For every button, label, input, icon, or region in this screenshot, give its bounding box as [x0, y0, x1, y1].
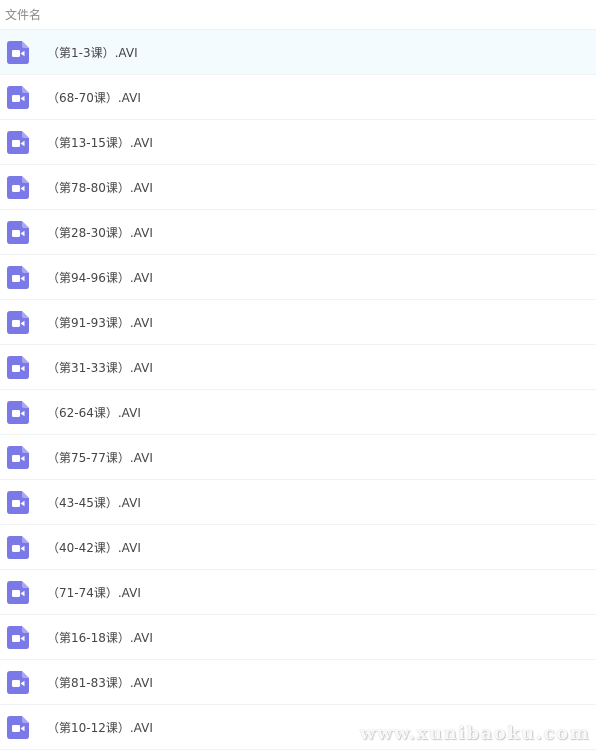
file-row[interactable]: （43-45课）.AVI: [0, 480, 596, 525]
video-file-icon: [7, 580, 29, 604]
file-name[interactable]: （43-45课）.AVI: [47, 494, 141, 511]
column-header: 文件名: [0, 0, 596, 30]
video-file-icon: [7, 265, 29, 289]
file-name[interactable]: （第91-93课）.AVI: [47, 314, 153, 331]
file-row[interactable]: （68-70课）.AVI: [0, 75, 596, 120]
video-file-icon: [7, 175, 29, 199]
file-name[interactable]: （第13-15课）.AVI: [47, 134, 153, 151]
file-name[interactable]: （第16-18课）.AVI: [47, 629, 153, 646]
file-list: （第1-3课）.AVI （68-70课）.AVI （第13-15课）.AVI （…: [0, 30, 596, 750]
file-row[interactable]: （第13-15课）.AVI: [0, 120, 596, 165]
file-name[interactable]: （第94-96课）.AVI: [47, 269, 153, 286]
file-row[interactable]: （第28-30课）.AVI: [0, 210, 596, 255]
video-file-icon: [7, 130, 29, 154]
watermark: www.xunibaoku.com: [359, 723, 590, 744]
video-file-icon: [7, 445, 29, 469]
video-file-icon: [7, 670, 29, 694]
video-file-icon: [7, 535, 29, 559]
file-name[interactable]: （第10-12课）.AVI: [47, 719, 153, 736]
file-row[interactable]: （第81-83课）.AVI: [0, 660, 596, 705]
file-name[interactable]: （68-70课）.AVI: [47, 89, 141, 106]
file-row[interactable]: （第75-77课）.AVI: [0, 435, 596, 480]
file-name[interactable]: （40-42课）.AVI: [47, 539, 141, 556]
file-row[interactable]: （第16-18课）.AVI: [0, 615, 596, 660]
file-name[interactable]: （第75-77课）.AVI: [47, 449, 153, 466]
file-list-page: 文件名 （第1-3课）.AVI （68-70课）.AVI （第13-15课）.A…: [0, 0, 596, 750]
video-file-icon: [7, 715, 29, 739]
file-name[interactable]: （第31-33课）.AVI: [47, 359, 153, 376]
video-file-icon: [7, 490, 29, 514]
video-file-icon: [7, 625, 29, 649]
file-row[interactable]: （62-64课）.AVI: [0, 390, 596, 435]
filename-column-label[interactable]: 文件名: [5, 6, 41, 23]
file-name[interactable]: （62-64课）.AVI: [47, 404, 141, 421]
video-file-icon: [7, 310, 29, 334]
file-name[interactable]: （71-74课）.AVI: [47, 584, 141, 601]
file-row[interactable]: （71-74课）.AVI: [0, 570, 596, 615]
video-file-icon: [7, 40, 29, 64]
file-name[interactable]: （第1-3课）.AVI: [47, 44, 138, 61]
video-file-icon: [7, 355, 29, 379]
file-row[interactable]: （第31-33课）.AVI: [0, 345, 596, 390]
video-file-icon: [7, 400, 29, 424]
file-name[interactable]: （第28-30课）.AVI: [47, 224, 153, 241]
file-row[interactable]: （第94-96课）.AVI: [0, 255, 596, 300]
file-row[interactable]: （第91-93课）.AVI: [0, 300, 596, 345]
video-file-icon: [7, 220, 29, 244]
file-row[interactable]: （第78-80课）.AVI: [0, 165, 596, 210]
file-row[interactable]: （40-42课）.AVI: [0, 525, 596, 570]
file-row[interactable]: （第1-3课）.AVI: [0, 30, 596, 75]
file-name[interactable]: （第81-83课）.AVI: [47, 674, 153, 691]
video-file-icon: [7, 85, 29, 109]
file-name[interactable]: （第78-80课）.AVI: [47, 179, 153, 196]
